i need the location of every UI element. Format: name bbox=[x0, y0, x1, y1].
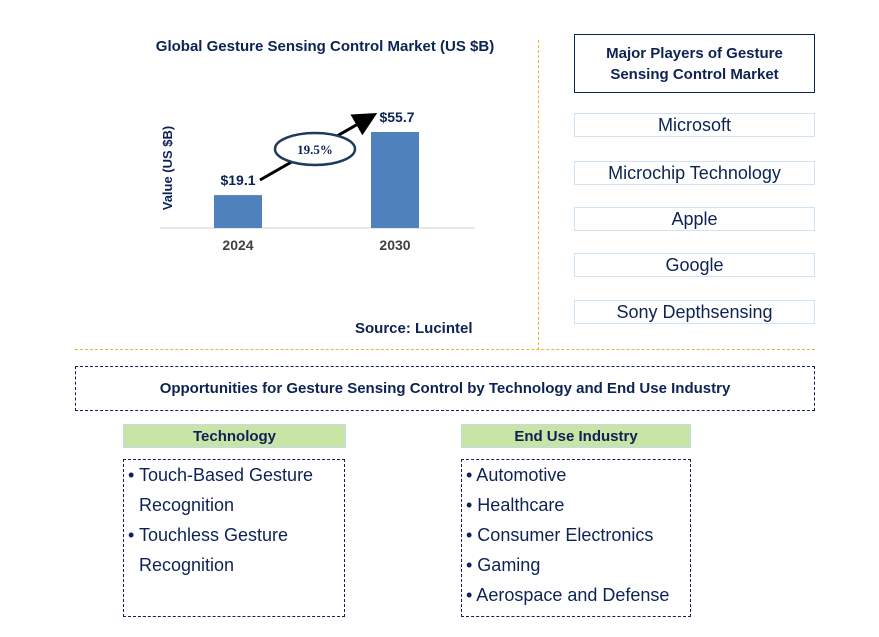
player-microchip-technology: Microchip Technology bbox=[574, 161, 815, 185]
list-item: • Touchless Gesture Recognition bbox=[128, 525, 289, 575]
cagr-label: 19.5% bbox=[297, 142, 333, 157]
bar-2024 bbox=[214, 195, 262, 228]
x-tick-label: 2030 bbox=[379, 237, 410, 253]
bar-chart: Value (US $B) 2024 2030 $19.1 $55.7 19.5% bbox=[160, 109, 475, 253]
data-label: $55.7 bbox=[379, 109, 414, 125]
source-label: Source: Lucintel bbox=[355, 320, 473, 337]
player-apple: Apple bbox=[574, 207, 815, 231]
list-item: • Consumer Electronics bbox=[466, 525, 654, 545]
list-item: • Aerospace and Defense bbox=[466, 585, 670, 605]
y-axis-label: Value (US $B) bbox=[160, 126, 175, 211]
list-item: • Healthcare bbox=[466, 495, 565, 515]
player-microsoft: Microsoft bbox=[574, 113, 815, 137]
player-google: Google bbox=[574, 253, 815, 277]
chart-title: Global Gesture Sensing Control Market (U… bbox=[155, 38, 495, 55]
technology-heading: Technology bbox=[123, 424, 346, 448]
list-item: • Gaming bbox=[466, 555, 541, 575]
bar-2030 bbox=[371, 132, 419, 228]
list-item: • Touch-Based Gesture Recognition bbox=[128, 465, 314, 515]
horizontal-divider bbox=[75, 349, 815, 350]
players-title: Major Players of Gesture Sensing Control… bbox=[574, 34, 815, 93]
vertical-divider bbox=[538, 40, 539, 350]
technology-list: • Touch-Based Gesture Recognition • Touc… bbox=[123, 459, 345, 617]
x-tick-label: 2024 bbox=[222, 237, 253, 253]
player-sony-depthsensing: Sony Depthsensing bbox=[574, 300, 815, 324]
opportunities-title: Opportunities for Gesture Sensing Contro… bbox=[75, 366, 815, 411]
end-use-heading: End Use Industry bbox=[461, 424, 691, 448]
end-use-list: • Automotive • Healthcare • Consumer Ele… bbox=[461, 459, 691, 617]
data-label: $19.1 bbox=[220, 172, 255, 188]
list-item: • Automotive bbox=[466, 465, 567, 485]
